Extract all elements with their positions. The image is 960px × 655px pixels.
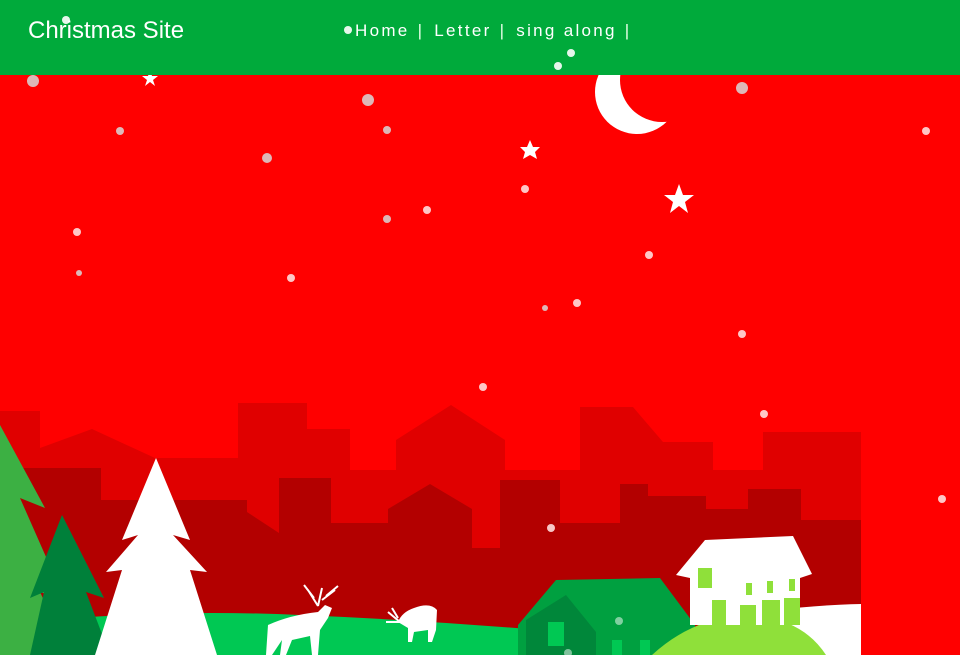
site-header: Christmas Site Home | Letter | sing alon…	[0, 0, 960, 75]
nav-home-link[interactable]: Home	[355, 21, 410, 41]
main-nav: Home | Letter | sing along |	[355, 21, 642, 41]
nav-separator: |	[417, 21, 425, 40]
nav-sing-along-link[interactable]: sing along	[516, 21, 617, 41]
nav-letter-link[interactable]: Letter	[434, 21, 491, 41]
nav-separator: |	[499, 21, 507, 40]
site-title[interactable]: Christmas Site	[28, 17, 184, 45]
christmas-scene	[0, 38, 960, 655]
star-icon	[664, 184, 694, 213]
sky-strip	[861, 75, 960, 655]
star-icon	[520, 140, 540, 159]
nav-separator: |	[624, 21, 632, 40]
